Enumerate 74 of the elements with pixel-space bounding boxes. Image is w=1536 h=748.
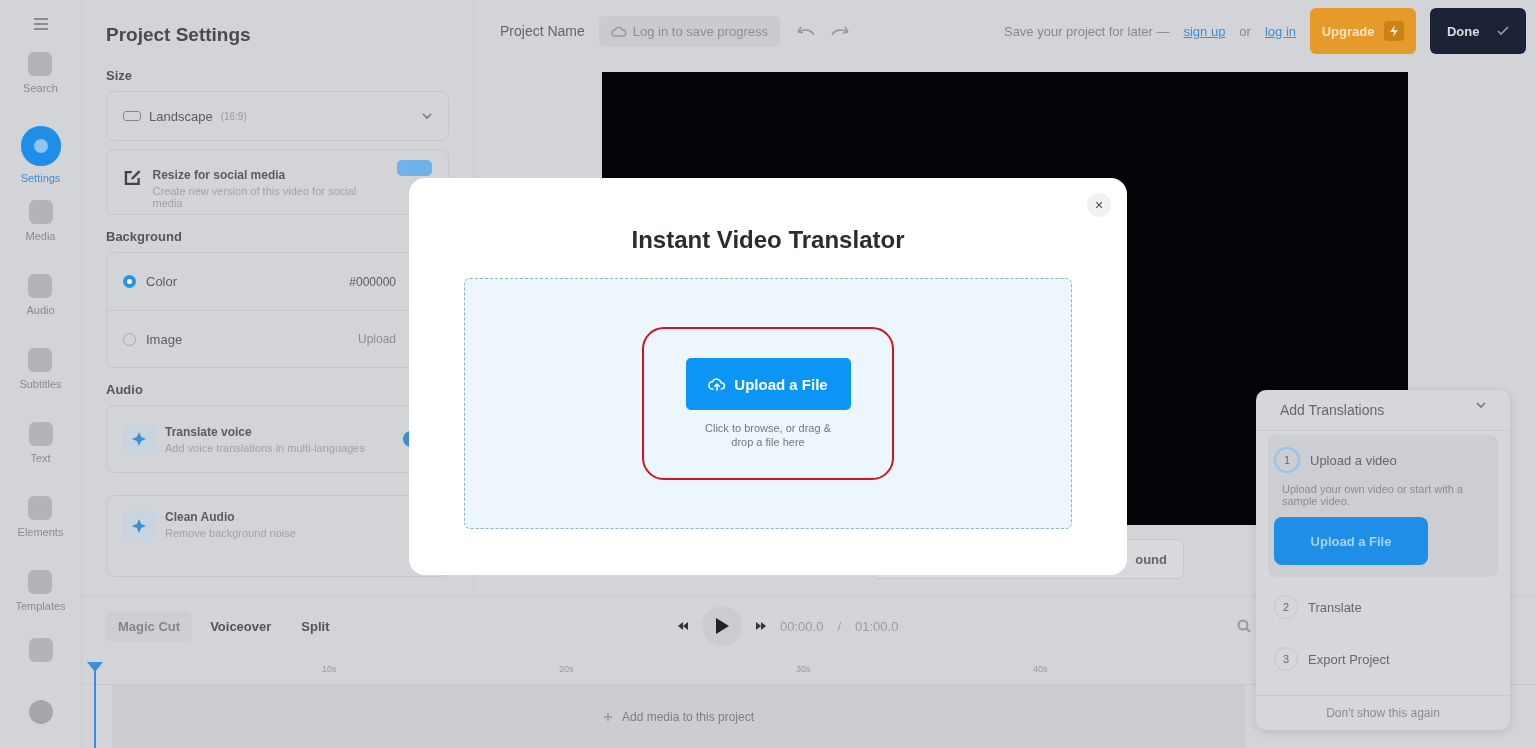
tool-icon (123, 510, 155, 542)
section-heading: Audio (106, 382, 144, 397)
tick-label: 40s (1033, 664, 1048, 674)
dismiss-link[interactable]: Don't show this again (1256, 695, 1510, 730)
skip-forward-icon[interactable] (756, 622, 766, 630)
sidebar-item[interactable]: Text (28, 422, 53, 482)
upgrade-button[interactable]: Upgrade (1310, 8, 1416, 54)
label-badge (396, 160, 432, 176)
add-media-text: Add media to this project (621, 709, 755, 724)
panel-title: Add Translations (1280, 402, 1385, 418)
option-label: Color (146, 274, 178, 289)
size-dropdown[interactable]: Landscape (16:9) (106, 91, 449, 141)
option-value: Upload (357, 332, 396, 346)
zoom-icon[interactable] (1237, 619, 1251, 633)
skip-back-icon[interactable] (678, 622, 688, 630)
sidebar-item[interactable]: Elements (17, 496, 64, 556)
card-title: Clean Audio (165, 510, 236, 524)
panel-title: Project Settings (106, 24, 252, 46)
plus-icon (603, 712, 612, 721)
project-name[interactable]: Project Name (500, 23, 585, 39)
drop-zone[interactable]: Upload a File Click to browse, or drag & drop a file here (464, 278, 1072, 529)
drop-hint: Click to browse, or drag & drop a file here (704, 422, 832, 449)
lightning-icon (1384, 21, 1405, 41)
sidebar-item[interactable]: Subtitles (19, 348, 62, 408)
option-label: Image (146, 331, 183, 347)
modal-title: Instant Video Translator (630, 226, 906, 254)
or-text: or (1239, 23, 1251, 39)
cloud-icon (610, 25, 627, 37)
log-in-link[interactable]: log in (1264, 23, 1296, 39)
section-heading: Background (106, 229, 183, 244)
time-separator: / (837, 618, 841, 634)
toolbar-button[interactable]: Voiceover (198, 610, 284, 642)
menu-icon[interactable] (33, 18, 48, 30)
empty-track[interactable]: Add media to this project (112, 685, 1246, 748)
check-icon (1497, 25, 1510, 36)
done-button[interactable]: Done (1430, 8, 1526, 54)
sidebar-item[interactable]: Search (23, 52, 58, 112)
chevron-icon[interactable] (1476, 402, 1486, 408)
step-number: 1 (1274, 447, 1300, 473)
sidebar-item[interactable]: Audio (26, 274, 55, 334)
option-value: #000000 (349, 274, 396, 289)
section-heading: Size (106, 68, 133, 83)
edit-icon (123, 168, 143, 188)
step-item[interactable]: 3 Export Project (1268, 637, 1498, 681)
close-button[interactable]: × (1087, 193, 1111, 217)
step-title: Translate (1308, 599, 1362, 615)
tool-icon (123, 423, 155, 455)
step-title: Export Project (1308, 651, 1390, 667)
sidebar-item[interactable]: Media (25, 200, 56, 260)
step-item[interactable]: 2 Translate (1268, 585, 1498, 629)
sign-up-link[interactable]: sign up (1183, 23, 1226, 39)
playhead[interactable] (87, 662, 103, 748)
save-progress-button[interactable]: Log in to save progress (598, 15, 780, 47)
step-description: Upload your own video or start with a sample video. (1282, 483, 1464, 507)
chevron-icon (422, 113, 432, 119)
help-icon[interactable] (28, 700, 53, 724)
step-item[interactable]: 1 Upload a video Upload your own video or start with a sample video. Upload a File (1268, 435, 1498, 577)
toolbar-button[interactable]: Split (289, 610, 342, 642)
card-title: Resize for social media (152, 168, 287, 182)
upload-button[interactable]: Upload a File (1274, 517, 1428, 565)
play-icon (715, 618, 729, 634)
upload-button[interactable]: Upload a File (685, 358, 851, 411)
cloud-upload-icon (708, 376, 727, 392)
tick-label: 10s (322, 664, 337, 674)
redo-icon[interactable] (829, 25, 852, 37)
play-button[interactable] (702, 606, 742, 646)
card-title: Translate voice (165, 424, 253, 439)
save-prompt: Save your project for later — (1003, 23, 1170, 39)
radio-button[interactable] (123, 275, 136, 288)
chat-icon[interactable] (28, 638, 53, 662)
duration: 01:00.0 (855, 618, 899, 634)
step-title: Upload a video (1310, 452, 1397, 468)
current-time: 00:00.0 (780, 618, 824, 634)
sidebar-item[interactable]: Templates (15, 570, 66, 630)
